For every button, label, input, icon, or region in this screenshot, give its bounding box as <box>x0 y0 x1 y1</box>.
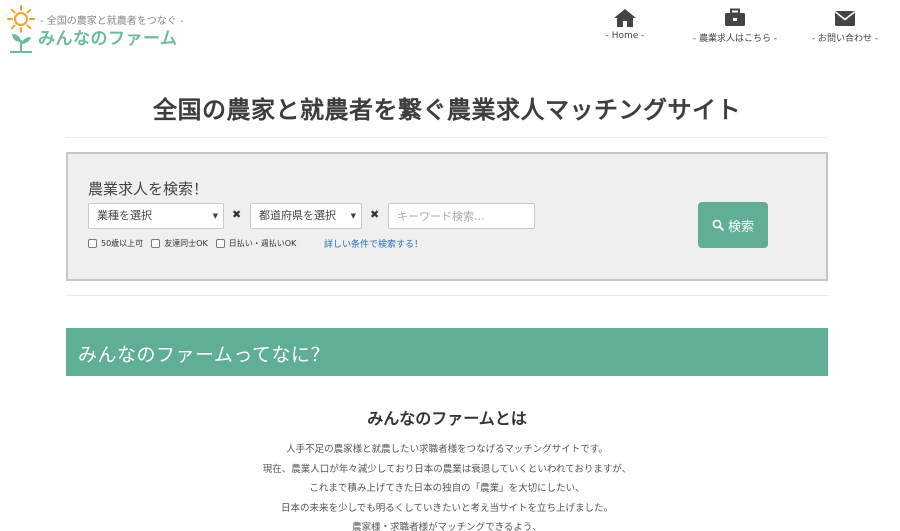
checkbox-box[interactable] <box>88 239 97 248</box>
about-paragraph: 農家様・求職者様がマッチングできるよう、 <box>352 522 542 531</box>
main-nav: - Home - - 農業求人はこちら - - お問い合わせ - <box>574 8 890 44</box>
detailed-search-link[interactable]: 詳しい条件で検索する！ <box>324 237 423 250</box>
industry-select[interactable]: 業種を選択 ▼ <box>88 203 224 229</box>
about-description: 人手不足の農家様と就農したい求職者様をつなげるマッチングサイトです。 現在、農業… <box>66 440 828 531</box>
checkbox-over-50[interactable]: 50歳以上可 <box>88 238 143 249</box>
separator-x-icon: ✖ <box>370 208 380 221</box>
search-icon <box>712 219 724 231</box>
site-header: - 全国の農家と就農者をつなぐ - みんなのファーム - Home - - 農業… <box>0 0 900 60</box>
checkbox-box[interactable] <box>215 239 225 248</box>
envelope-icon <box>835 11 855 26</box>
divider <box>66 295 828 296</box>
home-icon <box>614 9 636 27</box>
prefecture-select[interactable]: 都道府県を選択 ▼ <box>250 203 362 229</box>
divider <box>66 137 828 138</box>
caret-down-icon: ▼ <box>350 212 356 220</box>
hero-title: 全国の農家と就農者を繋ぐ農業求人マッチングサイト <box>153 96 741 124</box>
checkbox-friends-ok[interactable]: 友達同士OK <box>151 238 208 249</box>
checkbox-label: 日払い・週払いOK <box>228 239 297 248</box>
job-search-panel: 農業求人を検索！ 業種を選択 ▼ ✖ 都道府県を選択 ▼ ✖ 50歳以上可 友達… <box>66 152 828 281</box>
caret-down-icon: ▼ <box>212 212 218 220</box>
prefecture-select-value: 都道府県を選択 <box>259 209 336 222</box>
about-paragraph: 現在、農業人口が年々減少しており日本の農業は衰退していくといわれておりますが、 <box>262 463 632 475</box>
briefcase-icon <box>725 8 745 26</box>
checkbox-label: 友達同士OK <box>164 239 208 248</box>
about-banner-text: みんなのファームってなに？ <box>78 344 330 366</box>
industry-select-value: 業種を選択 <box>97 209 152 222</box>
nav-home-label: - Home - <box>605 31 645 41</box>
about-banner: みんなのファームってなに？ <box>66 328 828 376</box>
site-logo[interactable]: - 全国の農家と就農者をつなぐ - みんなのファーム <box>4 4 189 54</box>
nav-jobs[interactable]: - 農業求人はこちら - <box>676 8 794 44</box>
logo-name: みんなのファーム <box>38 29 178 49</box>
search-heading: 農業求人を検索！ <box>88 180 209 198</box>
checkbox-label: 50歳以上可 <box>101 239 144 248</box>
about-paragraph: これまで積み上げてきた日本の独自の「農業」を大切にしたい、 <box>309 483 585 494</box>
nav-contact-label: - お問い合わせ - <box>811 34 879 44</box>
about-title: みんなのファームとは <box>367 409 527 428</box>
filter-checkboxes: 50歳以上可 友達同士OK 日払い・週払いOK <box>88 238 304 249</box>
nav-jobs-label: - 農業求人はこちら - <box>692 34 778 44</box>
nav-contact[interactable]: - お問い合わせ - <box>800 8 890 44</box>
separator-x-icon: ✖ <box>232 208 242 221</box>
sprout-icon <box>10 34 32 53</box>
about-paragraph: 日本の未来を少しでも明るくしていきたいと考え当サイトを立ち上げました。 <box>281 502 613 514</box>
nav-home[interactable]: - Home - <box>580 8 670 44</box>
about-paragraph: 人手不足の農家様と就農したい求職者様をつなげるマッチングサイトです。 <box>286 444 608 455</box>
checkbox-daily-pay[interactable]: 日払い・週払いOK <box>215 238 297 249</box>
keyword-input[interactable] <box>388 203 535 229</box>
checkbox-box[interactable] <box>151 239 161 248</box>
search-button[interactable]: 検索 <box>698 202 768 248</box>
search-button-label: 検索 <box>727 219 754 235</box>
